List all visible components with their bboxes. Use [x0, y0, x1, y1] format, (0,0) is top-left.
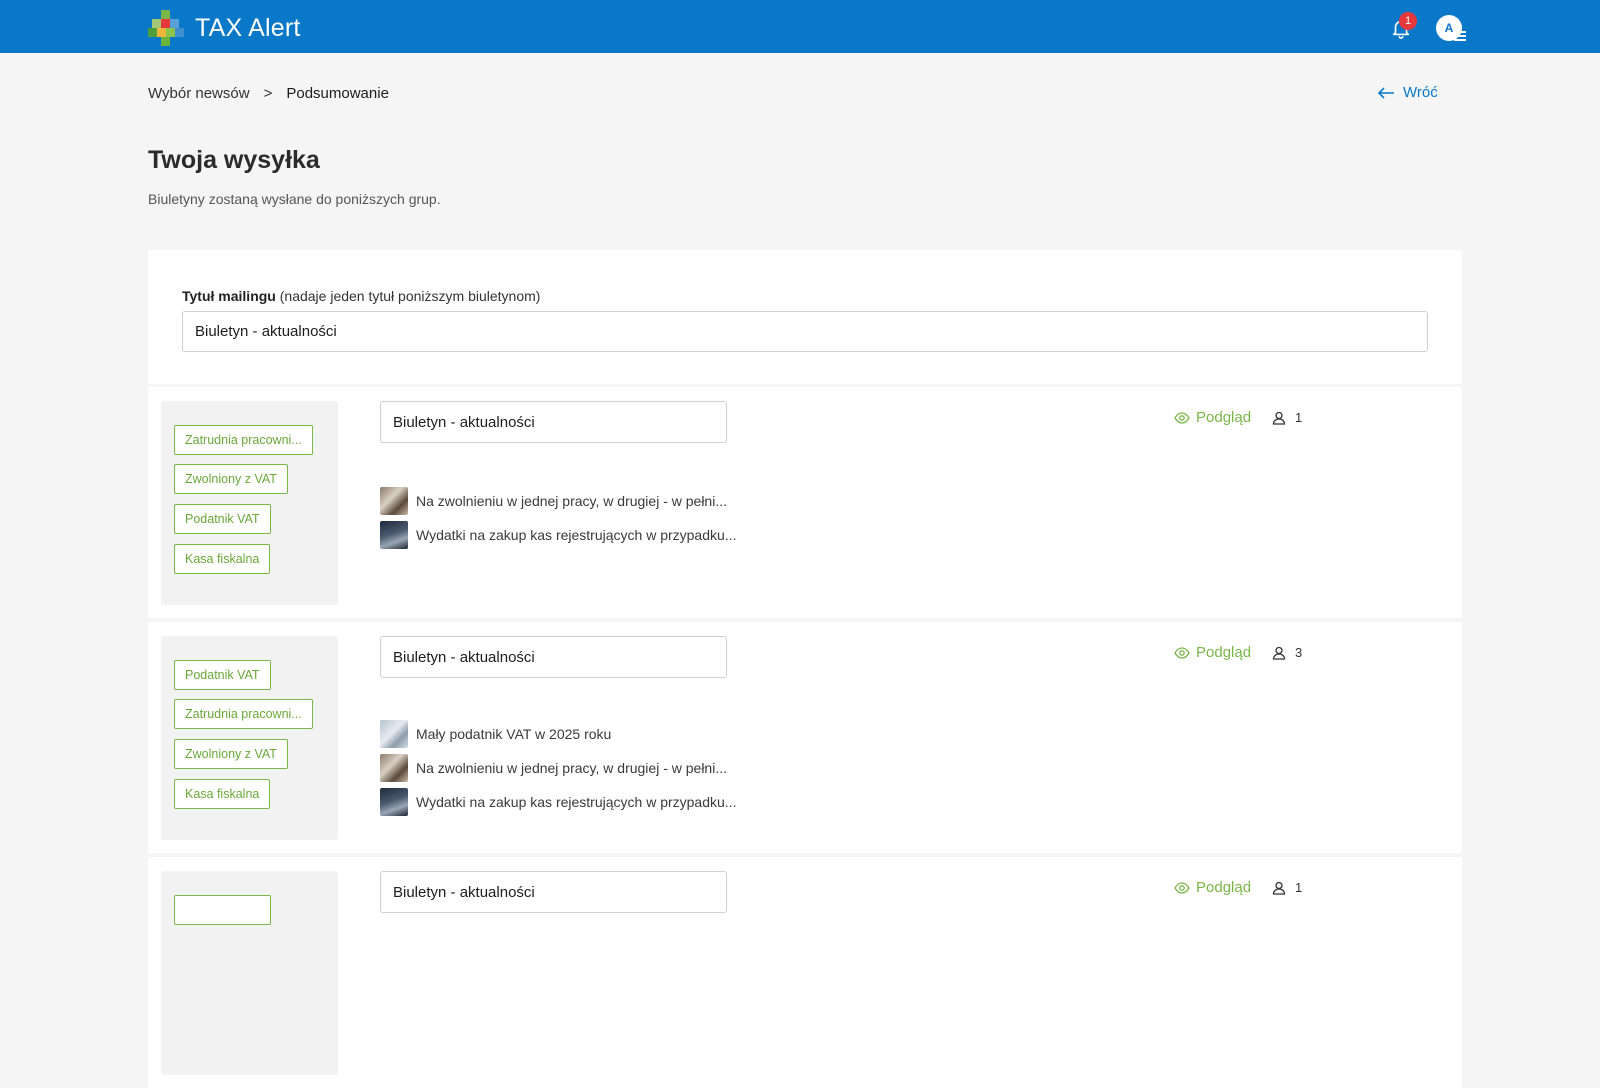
- user-icon: [1272, 646, 1286, 660]
- breadcrumb-separator: >: [263, 85, 273, 102]
- news-item[interactable]: Na zwolnieniu w jednej pracy, w drugiej …: [380, 754, 727, 782]
- preview-label: Podgląd: [1196, 644, 1252, 661]
- recipients-count: 3: [1272, 645, 1302, 660]
- group-title-input[interactable]: [380, 401, 727, 443]
- group-tags-panel: Podatnik VAT Zatrudnia pracowni... Zwoln…: [161, 636, 338, 840]
- news-item[interactable]: Na zwolnieniu w jednej pracy, w drugiej …: [380, 487, 727, 515]
- news-thumbnail: [380, 487, 408, 515]
- preview-label: Podgląd: [1196, 409, 1252, 426]
- news-item[interactable]: Mały podatnik VAT w 2025 roku: [380, 720, 611, 748]
- group-tag[interactable]: Kasa fiskalna: [174, 779, 271, 809]
- news-thumbnail: [380, 521, 408, 549]
- news-thumbnail: [380, 788, 408, 816]
- news-item[interactable]: Wydatki na zakup kas rejestrujących w pr…: [380, 521, 736, 549]
- group-tag[interactable]: Podatnik VAT: [174, 504, 271, 534]
- preview-button[interactable]: Podgląd: [1174, 879, 1251, 896]
- arrow-left-icon: [1378, 86, 1394, 99]
- breadcrumb: Wybór newsów > Podsumowanie: [148, 85, 389, 102]
- page-title: Twoja wysyłka: [148, 146, 320, 174]
- user-icon: [1272, 881, 1286, 895]
- breadcrumb-item-summary: Podsumowanie: [286, 85, 389, 102]
- menu-icon[interactable]: [1454, 31, 1466, 41]
- news-item[interactable]: Wydatki na zakup kas rejestrujących w pr…: [380, 788, 736, 816]
- group-tag[interactable]: Zwolniony z VAT: [174, 739, 288, 769]
- group-tag[interactable]: Zatrudnia pracowni...: [174, 699, 313, 729]
- recipients-count: 1: [1272, 880, 1302, 895]
- preview-button[interactable]: Podgląd: [1174, 644, 1251, 661]
- recipients-count-value: 1: [1295, 410, 1303, 425]
- news-title: Wydatki na zakup kas rejestrujących w pr…: [416, 794, 737, 810]
- news-title: Na zwolnieniu w jednej pracy, w drugiej …: [416, 760, 727, 776]
- group-tags-panel: [161, 871, 338, 1075]
- group-tag[interactable]: Zwolniony z VAT: [174, 464, 288, 494]
- news-title: Wydatki na zakup kas rejestrujących w pr…: [416, 527, 737, 543]
- recipients-count: 1: [1272, 410, 1302, 425]
- group-tags-panel: Zatrudnia pracowni... Zwolniony z VAT Po…: [161, 401, 338, 605]
- group-tag[interactable]: Podatnik VAT: [174, 660, 271, 690]
- mailing-title-hint: (nadaje jeden tytuł poniższym biuletynom…: [279, 288, 541, 304]
- mailing-title-card: Tytuł mailingu (nadaje jeden tytuł poniż…: [148, 250, 1462, 384]
- breadcrumb-item-news-selection[interactable]: Wybór newsów: [148, 85, 250, 102]
- back-button[interactable]: Wróć: [1378, 84, 1438, 101]
- preview-label: Podgląd: [1196, 879, 1252, 896]
- newsletter-group: Zatrudnia pracowni... Zwolniony z VAT Po…: [148, 387, 1462, 618]
- newsletter-group: Podgląd 1: [148, 857, 1462, 1088]
- eye-icon: [1174, 411, 1190, 424]
- page-subtitle: Biuletyny zostaną wysłane do poniższych …: [148, 191, 441, 207]
- user-icon: [1272, 411, 1286, 425]
- tax-alert-logo-icon: [148, 10, 184, 46]
- recipients-count-value: 1: [1295, 880, 1303, 895]
- mailing-title-label: Tytuł mailingu (nadaje jeden tytuł poniż…: [182, 288, 540, 304]
- top-bar: TAX Alert 1 A: [0, 0, 1600, 53]
- news-thumbnail: [380, 754, 408, 782]
- eye-icon: [1174, 881, 1190, 894]
- mailing-title-label-text: Tytuł mailingu: [182, 288, 276, 304]
- brand[interactable]: TAX Alert: [148, 10, 301, 46]
- group-title-input[interactable]: [380, 871, 727, 913]
- group-title-input[interactable]: [380, 636, 727, 678]
- mailing-title-input[interactable]: [182, 311, 1428, 352]
- recipients-count-value: 3: [1295, 645, 1303, 660]
- notification-badge: 1: [1399, 12, 1417, 30]
- group-tag[interactable]: Zatrudnia pracowni...: [174, 425, 313, 455]
- eye-icon: [1174, 646, 1190, 659]
- preview-button[interactable]: Podgląd: [1174, 409, 1251, 426]
- back-label: Wróć: [1403, 84, 1438, 101]
- news-title: Mały podatnik VAT w 2025 roku: [416, 726, 612, 742]
- news-thumbnail: [380, 720, 408, 748]
- news-title: Na zwolnieniu w jednej pracy, w drugiej …: [416, 493, 727, 509]
- app-title: TAX Alert: [195, 13, 301, 42]
- group-tag[interactable]: Kasa fiskalna: [174, 544, 271, 574]
- newsletter-group: Podatnik VAT Zatrudnia pracowni... Zwoln…: [148, 622, 1462, 853]
